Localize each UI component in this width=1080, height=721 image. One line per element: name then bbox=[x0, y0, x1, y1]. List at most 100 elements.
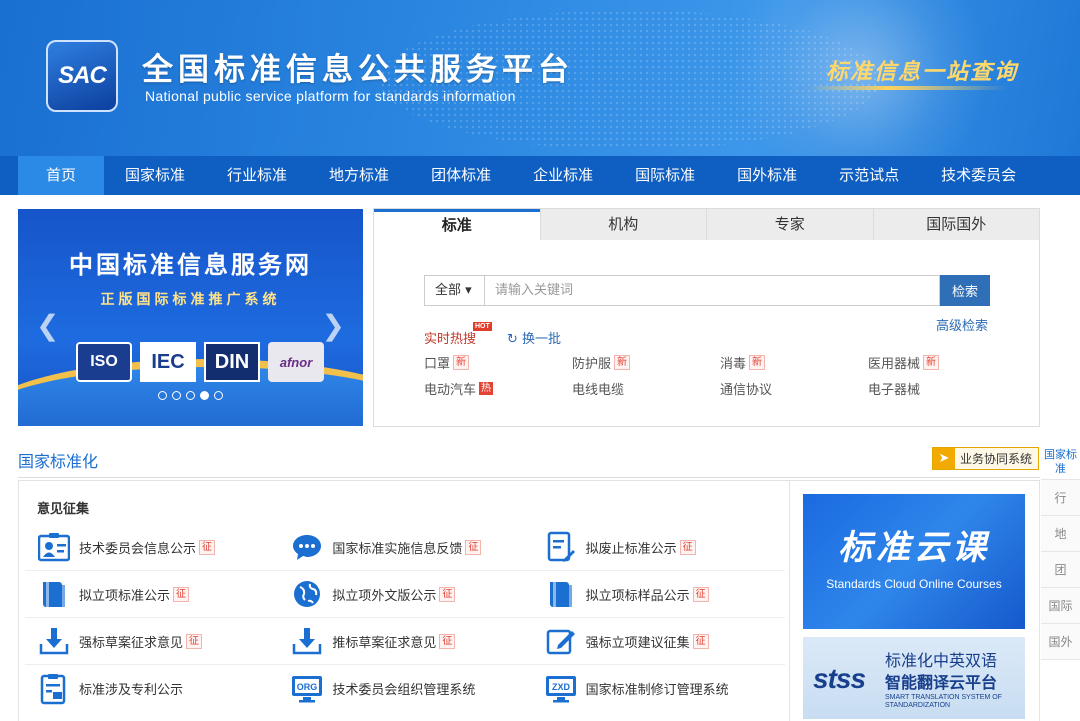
opinion-item[interactable]: 国家标准实施信息反馈征 bbox=[278, 524, 531, 570]
opinion-item[interactable]: 强标草案征求意见征 bbox=[25, 618, 278, 664]
opinion-item-label: 技术委员会组织管理系统 bbox=[332, 683, 476, 698]
opinion-item-label: 技术委员会信息公示 bbox=[79, 541, 197, 557]
solicit-tag: 征 bbox=[692, 633, 709, 649]
opinion-item[interactable]: 强标立项建议征集征 bbox=[532, 618, 785, 664]
scope-label: 全部 bbox=[435, 283, 462, 298]
side-nav-item-3[interactable]: 团 bbox=[1041, 552, 1080, 588]
hot-item-label: 电线电缆 bbox=[572, 383, 625, 398]
side-nav-item-0[interactable]: 国家标准 bbox=[1041, 444, 1080, 480]
opinion-item[interactable]: 标准涉及专利公示 bbox=[25, 665, 278, 712]
cloud-course-ad[interactable]: 标准云课 Standards Cloud Online Courses bbox=[803, 494, 1025, 629]
nav-item-5[interactable]: 企业标准 bbox=[512, 156, 614, 195]
carousel-dot-3[interactable] bbox=[186, 391, 195, 400]
caret-down-icon: ▾ bbox=[465, 283, 472, 298]
business-collab-label: 业务协同系统 bbox=[960, 452, 1033, 466]
opinion-grid: 技术委员会信息公示征国家标准实施信息反馈征拟废止标准公示征拟立项标准公示征拟立项… bbox=[25, 524, 785, 712]
hot-search-item[interactable]: 口罩新 bbox=[424, 353, 572, 372]
opinion-item[interactable]: 推标草案征求意见征 bbox=[278, 618, 531, 664]
nav-item-6[interactable]: 国际标准 bbox=[614, 156, 716, 195]
carousel-dot-2[interactable] bbox=[172, 391, 181, 400]
hot-search-item[interactable]: 电子器械 bbox=[868, 379, 984, 398]
nav-item-0[interactable]: 首页 bbox=[18, 156, 105, 195]
nav-item-3[interactable]: 地方标准 bbox=[308, 156, 410, 195]
chat-bubble-icon bbox=[290, 530, 324, 564]
ad-panel: 标准云课 Standards Cloud Online Courses stss… bbox=[790, 480, 1040, 721]
hot-search-item[interactable]: 电线电缆 bbox=[572, 379, 720, 398]
opinion-item[interactable]: 拟立项外文版公示征 bbox=[278, 571, 531, 617]
side-nav-item-2[interactable]: 地 bbox=[1041, 516, 1080, 552]
hot-item-tag: 新 bbox=[614, 355, 631, 370]
solicit-tag: 征 bbox=[439, 633, 456, 649]
opinion-item-label: 强标草案征求意见 bbox=[79, 635, 184, 651]
side-nav-item-5[interactable]: 国外 bbox=[1041, 624, 1080, 660]
opinion-item-label: 强标立项建议征集 bbox=[585, 635, 690, 651]
search-input[interactable] bbox=[484, 275, 940, 306]
search-tab-0[interactable]: 标准 bbox=[374, 209, 540, 240]
solicit-tag: 征 bbox=[199, 539, 216, 555]
search-tabs: 标准 机构 专家 国际国外 bbox=[374, 209, 1039, 240]
nav-item-7[interactable]: 国外标准 bbox=[716, 156, 818, 195]
nav-item-1[interactable]: 国家标准 bbox=[104, 156, 206, 195]
patent-document-icon bbox=[37, 672, 71, 706]
globe-icon bbox=[290, 577, 324, 611]
solicit-tag: 征 bbox=[439, 586, 456, 602]
side-nav-item-1[interactable]: 行 bbox=[1041, 480, 1080, 516]
search-bar: 全部 ▾ 检索 bbox=[424, 275, 990, 306]
refresh-icon: ↻ bbox=[507, 332, 518, 347]
opinion-row: 标准涉及专利公示 ORG 技术委员会组织管理系统 ZXD 国家标准制修订管理系统 bbox=[25, 665, 785, 712]
search-tab-3[interactable]: 国际国外 bbox=[872, 209, 1039, 240]
section-title: 国家标准化 bbox=[18, 452, 99, 471]
translation-platform-ad[interactable]: stss 标准化中英双语 智能翻译云平台 SMART TRANSLATION S… bbox=[803, 637, 1025, 719]
hot-search-item[interactable]: 防护服新 bbox=[572, 353, 720, 372]
hot-search-item[interactable]: 通信协议 bbox=[720, 379, 868, 398]
hot-item-label: 电子器械 bbox=[868, 383, 921, 398]
opinion-item-label: 标准涉及专利公示 bbox=[79, 683, 184, 698]
advanced-search-link[interactable]: 高级检索 bbox=[936, 315, 988, 334]
chevron-right-icon[interactable]: ❯ bbox=[322, 309, 345, 342]
hot-search-item[interactable]: 消毒新 bbox=[720, 353, 868, 372]
main-nav: 首页 国家标准 行业标准 地方标准 团体标准 企业标准 国际标准 国外标准 示范试点 技术委员会 bbox=[0, 156, 1080, 195]
opinion-item[interactable]: 拟废止标准公示征 bbox=[532, 524, 785, 570]
hot-search-list: 口罩新防护服新消毒新医用器械新电动汽车热电线电缆 通信协议 电子器械 bbox=[424, 353, 984, 398]
solicit-tag: 征 bbox=[173, 586, 190, 602]
iec-logo: IEC bbox=[140, 342, 196, 382]
chevron-left-icon[interactable]: ❮ bbox=[36, 309, 59, 342]
opinion-item[interactable]: ORG 技术委员会组织管理系统 bbox=[278, 665, 531, 712]
search-scope-select[interactable]: 全部 ▾ bbox=[424, 275, 484, 306]
stss-logo: stss bbox=[813, 663, 866, 694]
side-nav-item-4[interactable]: 国际 bbox=[1041, 588, 1080, 624]
search-tab-1[interactable]: 机构 bbox=[539, 209, 706, 240]
afnor-logo: afnor bbox=[268, 342, 324, 382]
business-collab-button[interactable]: ➤ 业务协同系统 bbox=[932, 447, 1039, 470]
nav-item-8[interactable]: 示范试点 bbox=[818, 156, 920, 195]
book-icon bbox=[544, 577, 578, 611]
id-card-icon bbox=[37, 530, 71, 564]
sac-logo[interactable]: SAC bbox=[46, 40, 118, 112]
carousel-dot-4[interactable] bbox=[200, 391, 209, 400]
search-button[interactable]: 检索 bbox=[940, 275, 990, 306]
banner-logos: ISO IEC DIN afnor bbox=[76, 342, 324, 382]
opinion-item[interactable]: 技术委员会信息公示征 bbox=[25, 524, 278, 570]
opinion-item[interactable]: 拟立项标样品公示征 bbox=[532, 571, 785, 617]
hot-item-label: 医用器械 bbox=[868, 357, 921, 372]
carousel-dot-5[interactable] bbox=[214, 391, 223, 400]
nav-item-9[interactable]: 技术委员会 bbox=[920, 156, 1037, 195]
header-slogan: 标准信息一站查询 bbox=[826, 59, 1019, 85]
opinion-item[interactable]: 拟立项标准公示征 bbox=[25, 571, 278, 617]
opinion-item[interactable]: ZXD 国家标准制修订管理系统 bbox=[532, 665, 785, 712]
search-tab-2[interactable]: 专家 bbox=[706, 209, 873, 240]
nav-item-4[interactable]: 团体标准 bbox=[410, 156, 512, 195]
carousel-dot-1[interactable] bbox=[158, 391, 167, 400]
hot-item-label: 消毒 bbox=[720, 357, 747, 372]
hot-search-item[interactable]: 电动汽车热 bbox=[424, 379, 572, 398]
section-divider bbox=[18, 477, 1040, 478]
hot-search-item[interactable]: 医用器械新 bbox=[868, 353, 984, 372]
opinion-item-label: 拟立项外文版公示 bbox=[332, 588, 437, 604]
refresh-label: 换一批 bbox=[522, 332, 562, 347]
banner-carousel[interactable]: 中国标准信息服务网 正版国际标准推广系统 ISO IEC DIN afnor ❮… bbox=[18, 209, 363, 426]
refresh-hot-button[interactable]: ↻ 换一批 bbox=[507, 328, 561, 347]
solicit-tag: 征 bbox=[679, 539, 696, 555]
carousel-dots bbox=[18, 391, 363, 400]
translation-line2: 智能翻译云平台 bbox=[885, 673, 998, 692]
nav-item-2[interactable]: 行业标准 bbox=[206, 156, 308, 195]
